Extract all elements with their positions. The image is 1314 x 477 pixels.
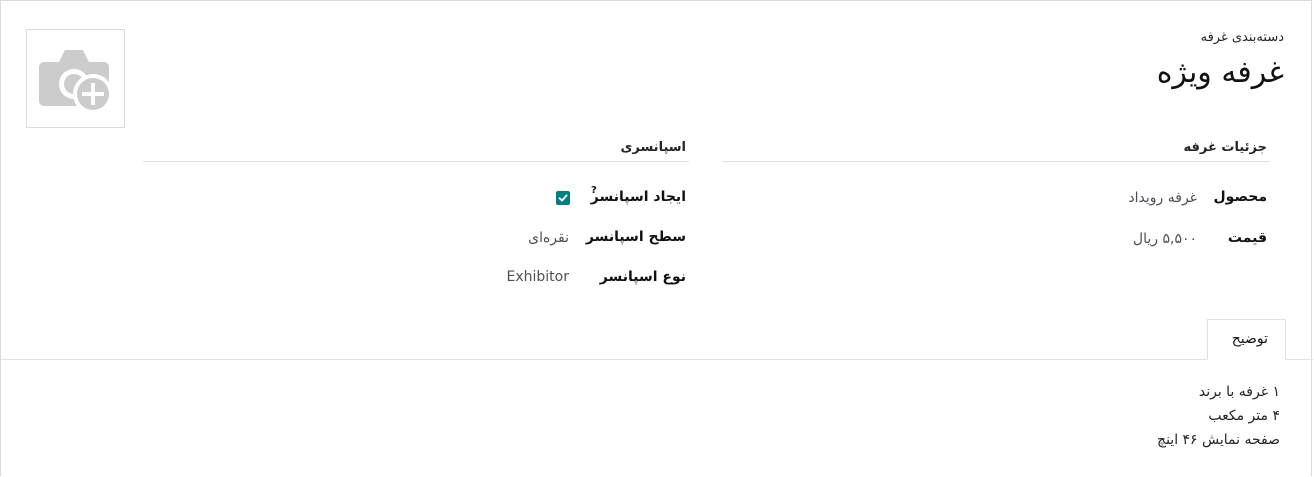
booth-details-title: جزئیات غرفه [1183,140,1267,155]
sponsor-type-label: نوع اسپانسر [599,269,686,285]
tab-description-label: توضیح [1231,331,1268,347]
description-line: ۱ غرفه با برند [1198,384,1280,400]
image-upload[interactable] [26,29,125,128]
description-line: ۴ متر مکعب [1208,408,1280,424]
help-tooltip-icon[interactable]: ? [591,185,597,196]
tab-description[interactable]: توضیح [1207,319,1286,360]
sponsorship-title: اسپانسری [620,140,686,155]
description-line: صفحه نمایش ۴۶ اینچ [1157,432,1280,448]
form-sheet: دسته‌بندی غرفه غرفه ویژه جزئیات غرفه محص… [0,0,1313,476]
camera-plus-icon [39,50,113,114]
price-field[interactable]: ۵,۵۰۰ ریال [1133,231,1197,247]
price-label: قیمت [1227,230,1267,246]
page-title: غرفه ویژه [1156,55,1284,90]
product-field[interactable]: غرفه رویداد [1128,190,1197,206]
sponsor-level-label: سطح اسپانسر [585,229,686,245]
check-icon [558,194,568,202]
booth-details-separator [723,161,1270,162]
sponsorship-separator [143,161,689,162]
create-sponsor-label: ایجاد اسپانسر [590,189,686,205]
sponsor-level-field[interactable]: نقره‌ای [528,230,569,246]
sponsor-type-field[interactable]: Exhibitor [507,269,569,285]
tab-bar-border [1,359,1313,360]
booth-category: دسته‌بندی غرفه [1200,30,1284,45]
create-sponsor-checkbox[interactable] [556,191,570,205]
product-label: محصول [1213,189,1267,205]
